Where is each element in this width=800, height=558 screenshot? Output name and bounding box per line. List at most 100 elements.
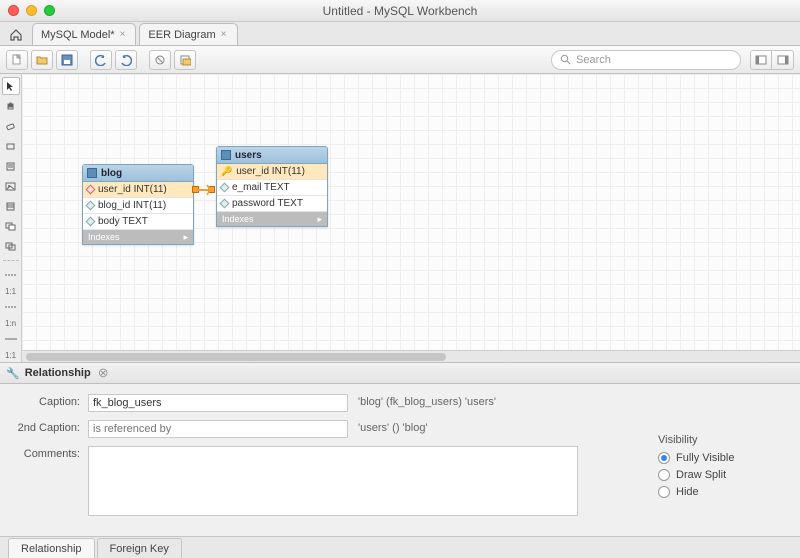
column-row[interactable]: password TEXT xyxy=(217,196,327,212)
panel-toggle-group xyxy=(750,50,794,70)
table-tool[interactable] xyxy=(2,197,20,215)
scrollbar-thumb[interactable] xyxy=(26,353,446,361)
diagram-tool-palette: 1:1 1:n 1:1 xyxy=(0,74,22,362)
column-label: e_mail TEXT xyxy=(232,182,290,193)
column-row[interactable]: 🔑 user_id INT(11) xyxy=(217,164,327,180)
radio-icon xyxy=(658,486,670,498)
column-row[interactable]: user_id INT(11) xyxy=(83,182,193,198)
table-icon xyxy=(87,168,97,178)
diagram-canvas[interactable]: blog user_id INT(11) blog_id INT(11) bod… xyxy=(22,74,800,362)
entity-blog[interactable]: blog user_id INT(11) blog_id INT(11) bod… xyxy=(82,164,194,245)
tab-eer-diagram[interactable]: EER Diagram × xyxy=(139,23,237,45)
routine-tool[interactable] xyxy=(2,237,20,255)
tab-label: MySQL Model* xyxy=(41,29,115,41)
column-label: blog_id INT(11) xyxy=(98,200,166,211)
visibility-group: Visibility Fully Visible Draw Split Hide xyxy=(658,434,778,503)
second-caption-input[interactable] xyxy=(88,420,348,438)
indexes-section[interactable]: Indexes▸ xyxy=(217,212,327,226)
layer-tool[interactable] xyxy=(2,137,20,155)
relation-1-1-label: 1:1 xyxy=(5,287,16,296)
main-area: 1:1 1:n 1:1 blog user_id INT(11) blog_id… xyxy=(0,74,800,362)
search-placeholder: Search xyxy=(576,54,611,66)
caption-input[interactable] xyxy=(88,394,348,412)
search-input[interactable]: Search xyxy=(551,50,741,70)
wrench-icon: 🔧 xyxy=(6,367,20,380)
chevron-right-icon: ▸ xyxy=(183,232,188,243)
column-label: user_id INT(11) xyxy=(98,184,167,195)
column-type-icon xyxy=(86,185,96,195)
comments-textarea[interactable] xyxy=(88,446,578,516)
diagram-grid: blog user_id INT(11) blog_id INT(11) bod… xyxy=(22,74,800,362)
visibility-title: Visibility xyxy=(658,434,778,446)
home-button[interactable] xyxy=(6,25,26,45)
document-tabs: MySQL Model* × EER Diagram × xyxy=(0,22,800,46)
tab-mysql-model[interactable]: MySQL Model* × xyxy=(32,23,136,45)
relationship-line[interactable] xyxy=(198,182,210,200)
column-row[interactable]: blog_id INT(11) xyxy=(83,198,193,214)
toolbar: Search xyxy=(0,46,800,74)
second-caption-label: 2nd Caption: xyxy=(12,420,88,434)
relationship-properties-panel: Caption: 'blog' (fk_blog_users) 'users' … xyxy=(0,384,800,536)
column-label: user_id INT(11) xyxy=(236,166,305,177)
redo-button[interactable] xyxy=(115,50,137,70)
radio-icon xyxy=(658,452,670,464)
image-tool[interactable] xyxy=(2,177,20,195)
relation-1-1-nonid-tool[interactable] xyxy=(2,266,20,284)
entity-header[interactable]: users xyxy=(217,147,327,164)
bottom-tab-foreign-key[interactable]: Foreign Key xyxy=(97,538,182,558)
entity-name: users xyxy=(235,150,262,161)
toggle-left-panel-button[interactable] xyxy=(750,50,772,70)
visibility-option-draw-split[interactable]: Draw Split xyxy=(658,469,778,481)
caption-description: 'blog' (fk_blog_users) 'users' xyxy=(358,394,496,408)
panel-close-icon[interactable]: ⊗ xyxy=(98,365,109,381)
panel-title: Relationship xyxy=(25,367,91,379)
tab-close-icon[interactable]: × xyxy=(221,29,227,40)
toggle-right-panel-button[interactable] xyxy=(772,50,794,70)
key-icon: 🔑 xyxy=(221,166,232,177)
indexes-section[interactable]: Indexes▸ xyxy=(83,230,193,244)
horizontal-scrollbar[interactable] xyxy=(22,350,800,362)
hand-tool[interactable] xyxy=(2,97,20,115)
eraser-tool[interactable] xyxy=(2,117,20,135)
tab-label: EER Diagram xyxy=(148,29,215,41)
tab-close-icon[interactable]: × xyxy=(120,29,126,40)
visibility-option-hide[interactable]: Hide xyxy=(658,486,778,498)
column-type-icon xyxy=(86,201,96,211)
search-icon xyxy=(560,54,571,65)
tool-button-2[interactable] xyxy=(174,50,196,70)
radio-icon xyxy=(658,469,670,481)
relation-1-n-nonid-tool[interactable] xyxy=(2,298,20,316)
table-icon xyxy=(221,150,231,160)
window-title: Untitled - MySQL Workbench xyxy=(0,4,800,18)
bottom-tab-relationship[interactable]: Relationship xyxy=(8,538,95,558)
entity-header[interactable]: blog xyxy=(83,165,193,182)
column-type-icon xyxy=(86,217,96,227)
visibility-option-fully-visible[interactable]: Fully Visible xyxy=(658,452,778,464)
column-row[interactable]: body TEXT xyxy=(83,214,193,230)
column-type-icon xyxy=(220,199,230,209)
view-tool[interactable] xyxy=(2,217,20,235)
open-file-button[interactable] xyxy=(31,50,53,70)
entity-name: blog xyxy=(101,168,122,179)
titlebar: Untitled - MySQL Workbench xyxy=(0,0,800,22)
column-row[interactable]: e_mail TEXT xyxy=(217,180,327,196)
chevron-right-icon: ▸ xyxy=(317,214,322,225)
caption-label: Caption: xyxy=(12,394,88,408)
undo-button[interactable] xyxy=(90,50,112,70)
save-button[interactable] xyxy=(56,50,78,70)
column-label: body TEXT xyxy=(98,216,148,227)
panel-header: 🔧 Relationship ⊗ xyxy=(0,362,800,384)
relation-1-n-label: 1:n xyxy=(5,319,16,328)
note-tool[interactable] xyxy=(2,157,20,175)
relation-1-1-id-tool[interactable] xyxy=(2,330,20,348)
column-type-icon xyxy=(220,183,230,193)
tool-button-1[interactable] xyxy=(149,50,171,70)
entity-users[interactable]: users 🔑 user_id INT(11) e_mail TEXT passw… xyxy=(216,146,328,227)
relation-1-1-b-label: 1:1 xyxy=(5,351,16,360)
comments-label: Comments: xyxy=(12,446,88,460)
new-file-button[interactable] xyxy=(6,50,28,70)
column-label: password TEXT xyxy=(232,198,303,209)
bottom-tab-bar: Relationship Foreign Key xyxy=(0,536,800,558)
pointer-tool[interactable] xyxy=(2,77,20,95)
second-caption-description: 'users' () 'blog' xyxy=(358,420,428,434)
